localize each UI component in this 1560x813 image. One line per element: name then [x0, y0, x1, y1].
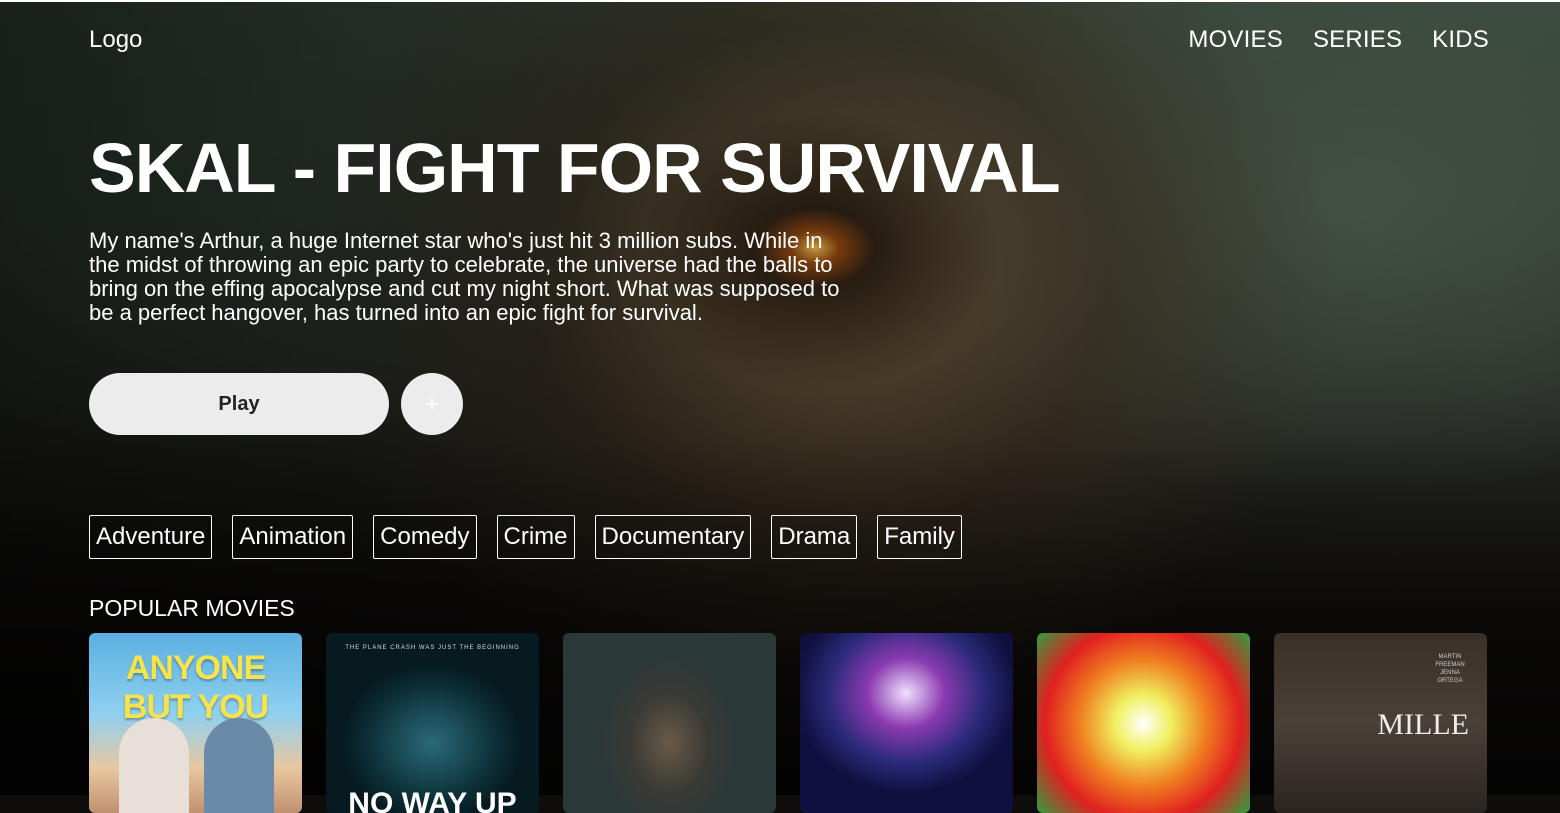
- genre-documentary[interactable]: Documentary: [594, 515, 752, 559]
- genre-comedy[interactable]: Comedy: [373, 515, 477, 559]
- plus-icon: +: [425, 391, 439, 416]
- movie-poster[interactable]: THE PLANE CRASH WAS JUST THE BEGINNING N…: [326, 633, 539, 813]
- movie-poster[interactable]: [563, 633, 776, 813]
- movie-poster[interactable]: [800, 633, 1013, 813]
- poster-title: NO WAY UP: [348, 787, 517, 813]
- poster-figure: [204, 718, 274, 813]
- poster-tagline: THE PLANE CRASH WAS JUST THE BEGINNING: [345, 645, 520, 651]
- poster-title: ANYONE BUT YOU: [122, 649, 269, 726]
- poster-figure: [119, 718, 189, 813]
- genre-adventure[interactable]: Adventure: [89, 515, 213, 559]
- poster-title: MILLE: [1377, 708, 1469, 741]
- genre-animation[interactable]: Animation: [232, 515, 354, 559]
- nav-movies[interactable]: MOVIES: [1188, 26, 1283, 54]
- hero-description: My name's Arthur, a huge Internet star w…: [89, 228, 840, 325]
- genre-list: Adventure Animation Comedy Crime Documen…: [89, 515, 962, 559]
- logo[interactable]: Logo: [89, 26, 142, 54]
- popular-movies-row: ANYONE BUT YOU THE PLANE CRASH WAS JUST …: [89, 633, 1487, 813]
- movie-poster[interactable]: ANYONE BUT YOU: [89, 633, 302, 813]
- poster-credits: MARTIN FREEMAN JENNA ORTEGA: [1435, 654, 1465, 684]
- genre-drama[interactable]: Drama: [771, 515, 858, 559]
- nav-series[interactable]: SERIES: [1313, 26, 1402, 54]
- genre-crime[interactable]: Crime: [496, 515, 575, 559]
- movie-poster[interactable]: MARTIN FREEMAN JENNA ORTEGA MILLE: [1274, 633, 1487, 813]
- genre-family[interactable]: Family: [877, 515, 962, 559]
- page-content: Logo MOVIES SERIES KIDS SKAL - FIGHT FOR…: [0, 0, 1560, 813]
- main-nav: MOVIES SERIES KIDS: [1188, 26, 1489, 54]
- nav-kids[interactable]: KIDS: [1432, 26, 1489, 54]
- hero-title: SKAL - FIGHT FOR SURVIVAL: [89, 129, 1061, 207]
- movie-poster[interactable]: [1037, 633, 1250, 813]
- play-button[interactable]: Play: [89, 373, 389, 435]
- add-to-list-button[interactable]: +: [401, 373, 463, 435]
- popular-movies-title: POPULAR MOVIES: [89, 595, 295, 621]
